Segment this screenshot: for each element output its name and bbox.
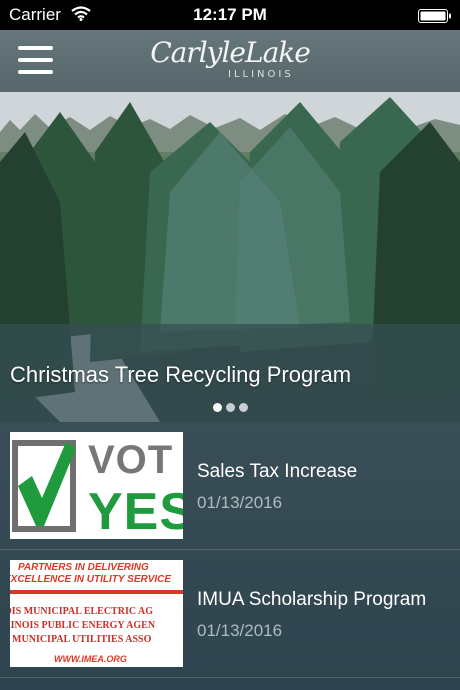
logo-state: ILLINOIS (228, 69, 294, 80)
thumb-org-1: OIS MUNICIPAL ELECTRIC AG (10, 606, 154, 617)
status-bar: Carrier 12:17 PM (0, 0, 460, 30)
thumb-org-3: S MUNICIPAL UTILITIES ASSO (10, 634, 152, 645)
clock: 12:17 PM (193, 5, 267, 24)
logo: CarlyleLake ILLINOIS (0, 36, 460, 81)
carousel-dots (0, 403, 460, 412)
thumb-divider (10, 590, 183, 594)
news-list: VOT YES Sales Tax Increase 01/13/2016 PA… (0, 422, 460, 678)
news-date: 01/13/2016 (197, 621, 283, 640)
thumb-tagline-1: PARTNERS IN DELIVERING (18, 562, 149, 573)
carousel-dot[interactable] (238, 403, 248, 412)
checkmark-icon (18, 442, 76, 526)
news-thumbnail: VOT YES (10, 432, 183, 539)
thumb-tagline-2: EXCELLENCE IN UTILITY SERVICE (10, 574, 172, 585)
carousel-dot[interactable] (225, 403, 235, 412)
news-item-imua-scholarship[interactable]: PARTNERS IN DELIVERING EXCELLENCE IN UTI… (0, 550, 460, 678)
news-title: Sales Tax Increase (197, 461, 358, 482)
thumb-org-2: LINOIS PUBLIC ENERGY AGEN (10, 620, 156, 631)
carousel-dot[interactable] (212, 403, 222, 412)
thumb-url: WWW.IMEA.ORG (54, 654, 127, 664)
logo-script: CarlyleLake (150, 36, 311, 69)
yes-text: YES (88, 483, 183, 539)
vote-text: VOT (88, 438, 174, 482)
news-title: IMUA Scholarship Program (197, 589, 427, 610)
news-thumbnail: PARTNERS IN DELIVERING EXCELLENCE IN UTI… (10, 560, 183, 667)
hero-title[interactable]: Christmas Tree Recycling Program (10, 362, 351, 388)
battery-icon (418, 8, 452, 23)
nav-bar: CarlyleLake ILLINOIS (0, 30, 460, 92)
news-date: 01/13/2016 (197, 493, 283, 512)
news-item-sales-tax[interactable]: VOT YES Sales Tax Increase 01/13/2016 (0, 422, 460, 550)
hero-carousel[interactable]: Christmas Tree Recycling Program (0, 92, 460, 422)
